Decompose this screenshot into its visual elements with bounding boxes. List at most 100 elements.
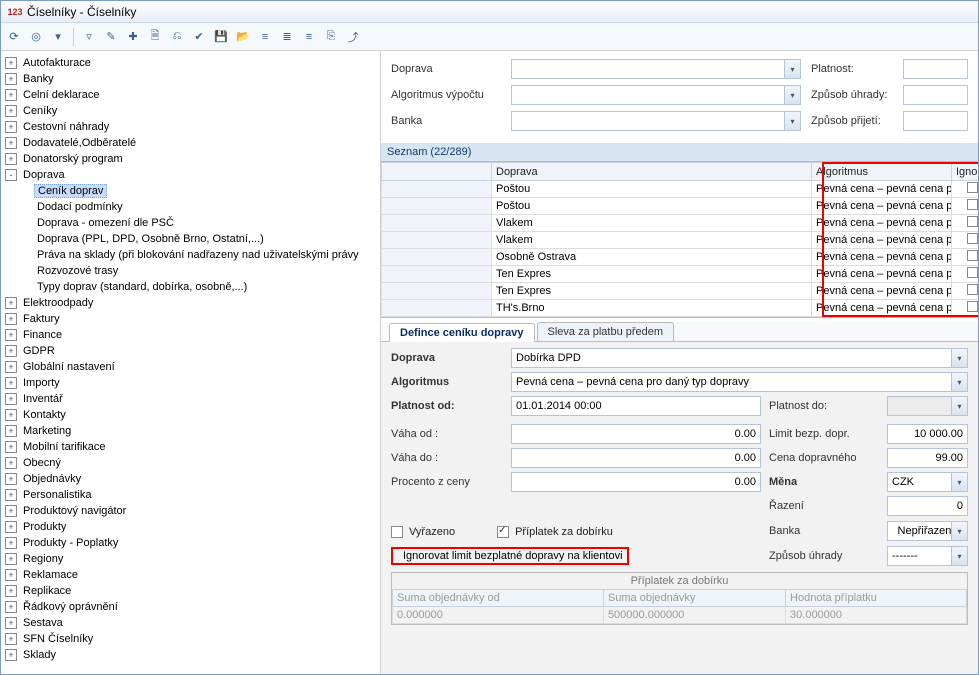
tree-item[interactable]: +Banky xyxy=(5,71,380,87)
expand-icon[interactable]: + xyxy=(5,153,17,165)
tb-filter-clear-icon[interactable]: ▿ xyxy=(80,28,98,46)
d-vahado-input[interactable] xyxy=(511,448,761,468)
tb-row-prev-icon[interactable]: ≣ xyxy=(278,28,296,46)
expand-icon[interactable]: + xyxy=(5,345,17,357)
tb-new-icon[interactable]: ◎ xyxy=(27,28,45,46)
expand-icon[interactable]: + xyxy=(5,441,17,453)
tree-item[interactable]: +Produkty - Poplatky xyxy=(5,535,380,551)
row-checkbox[interactable] xyxy=(967,182,978,193)
tree-item[interactable]: +Cestovní náhrady xyxy=(5,119,380,135)
d-limit-input[interactable] xyxy=(887,424,968,444)
expand-icon[interactable]: + xyxy=(5,121,17,133)
table-row[interactable]: PoštouPevná cena – pevná cena pro daný t… xyxy=(382,198,979,215)
expand-icon[interactable]: + xyxy=(5,521,17,533)
tree-item[interactable]: +Objednávky xyxy=(5,471,380,487)
row-checkbox[interactable] xyxy=(967,233,978,244)
filter-doprava-input[interactable] xyxy=(511,59,801,79)
tree-item[interactable]: Ceník doprav xyxy=(19,183,380,199)
chevron-down-icon[interactable]: ▾ xyxy=(951,349,967,367)
tree-item[interactable]: +Reklamace xyxy=(5,567,380,583)
expand-icon[interactable]: + xyxy=(5,89,17,101)
chevron-down-icon[interactable]: ▾ xyxy=(951,397,967,415)
tree-item[interactable]: +Produkty xyxy=(5,519,380,535)
tree-item[interactable]: +Marketing xyxy=(5,423,380,439)
expand-icon[interactable]: + xyxy=(5,329,17,341)
chevron-down-icon[interactable]: ▾ xyxy=(951,547,967,565)
tb-export-icon[interactable]: ⤴ xyxy=(344,28,362,46)
expand-icon[interactable]: + xyxy=(5,617,17,629)
expand-icon[interactable]: + xyxy=(5,457,17,469)
tree-item[interactable]: +Donatorský program xyxy=(5,151,380,167)
filter-doprava-combo[interactable]: ▾ xyxy=(511,59,801,79)
tree-item[interactable]: +GDPR xyxy=(5,343,380,359)
expand-icon[interactable]: + xyxy=(5,473,17,485)
expand-icon[interactable]: + xyxy=(5,649,17,661)
chevron-down-icon[interactable]: ▾ xyxy=(784,60,800,78)
expand-icon[interactable]: + xyxy=(5,393,17,405)
chevron-down-icon[interactable]: ▾ xyxy=(951,522,967,540)
expand-icon[interactable]: + xyxy=(5,569,17,581)
table-row[interactable]: PoštouPevná cena – pevná cena pro daný t… xyxy=(382,181,979,198)
tree-item[interactable]: +Faktury xyxy=(5,311,380,327)
grid-header[interactable]: Doprava xyxy=(492,163,812,181)
tree-item[interactable]: +Ceníky xyxy=(5,103,380,119)
tab-sleva[interactable]: Sleva za platbu předem xyxy=(537,322,675,341)
tree-item[interactable]: Dodací podmínky xyxy=(19,199,380,215)
expand-icon[interactable]: + xyxy=(5,361,17,373)
tb-doc-icon[interactable]: 🗎 xyxy=(146,28,164,46)
d-zpusob-combo[interactable]: ▾ xyxy=(887,546,968,566)
tree-item[interactable]: +Kontakty xyxy=(5,407,380,423)
filter-algoritmus-input[interactable] xyxy=(511,85,801,105)
tree-item[interactable]: +Inventář xyxy=(5,391,380,407)
tb-doc-cancel-icon[interactable]: ⎌ xyxy=(168,28,186,46)
table-row[interactable]: VlakemPevná cena – pevná cena pro daný t… xyxy=(382,215,979,232)
tb-disk-icon[interactable]: 💾 xyxy=(212,28,230,46)
tree-item[interactable]: Doprava - omezení dle PSČ xyxy=(19,215,380,231)
tree-pane[interactable]: +Autofakturace+Banky+Celní deklarace+Cen… xyxy=(1,51,381,674)
tb-filter-funnel-icon[interactable]: ▾ xyxy=(49,28,67,46)
table-row[interactable]: Ten ExpresPevná cena – pevná cena pro da… xyxy=(382,283,979,300)
expand-icon[interactable]: + xyxy=(5,297,17,309)
tree-item[interactable]: +SFN Číselníky xyxy=(5,631,380,647)
d-platod-input[interactable] xyxy=(511,396,761,416)
d-proc-input[interactable] xyxy=(511,472,761,492)
d-alg-combo[interactable]: ▾ xyxy=(511,372,968,392)
tree-item[interactable]: +Celní deklarace xyxy=(5,87,380,103)
expand-icon[interactable]: + xyxy=(5,137,17,149)
expand-icon[interactable]: + xyxy=(5,537,17,549)
table-row[interactable]: TH's.BrnoPevná cena – pevná cena pro dan… xyxy=(382,300,979,317)
expand-icon[interactable]: + xyxy=(5,585,17,597)
d-platdo-combo[interactable]: ▾ xyxy=(887,396,968,416)
tb-edit-pencil-icon[interactable]: ✎ xyxy=(102,28,120,46)
expand-icon[interactable]: + xyxy=(5,553,17,565)
filter-banka-input[interactable] xyxy=(511,111,801,131)
table-row[interactable]: Ten ExpresPevná cena – pevná cena pro da… xyxy=(382,266,979,283)
table-row[interactable]: VlakemPevná cena – pevná cena pro daný t… xyxy=(382,232,979,249)
chevron-down-icon[interactable]: ▾ xyxy=(951,373,967,391)
grid-header[interactable]: IgnoreSubjectRulLimitFreeTra xyxy=(952,163,979,181)
tb-row-last-icon[interactable]: ⎘ xyxy=(322,28,340,46)
tree-item[interactable]: -Doprava xyxy=(5,167,380,183)
tree-item[interactable]: +Replikace xyxy=(5,583,380,599)
expand-icon[interactable]: + xyxy=(5,377,17,389)
d-cena-input[interactable] xyxy=(887,448,968,468)
filter-banka-combo[interactable]: ▾ xyxy=(511,111,801,131)
tb-row-first-icon[interactable]: ≡ xyxy=(256,28,274,46)
tree-item[interactable]: Doprava (PPL, DPD, Osobně Brno, Ostatní,… xyxy=(19,231,380,247)
grid-header[interactable]: Algoritmus xyxy=(812,163,952,181)
tb-add-doc-icon[interactable]: ✚ xyxy=(124,28,142,46)
tree-item[interactable]: +Sestava xyxy=(5,615,380,631)
tree-item[interactable]: +Dodavatelé,Odběratelé xyxy=(5,135,380,151)
tb-check-icon[interactable]: ✔ xyxy=(190,28,208,46)
row-checkbox[interactable] xyxy=(967,284,978,295)
tree-item[interactable]: +Elektroodpady xyxy=(5,295,380,311)
expand-icon[interactable]: + xyxy=(5,425,17,437)
tree-item[interactable]: Typy doprav (standard, dobírka, osobně,.… xyxy=(19,279,380,295)
d-vahaod-input[interactable] xyxy=(511,424,761,444)
tree-item[interactable]: Rozvozové trasy xyxy=(19,263,380,279)
row-checkbox[interactable] xyxy=(967,216,978,227)
tree-item[interactable]: +Importy xyxy=(5,375,380,391)
collapse-icon[interactable]: - xyxy=(5,169,17,181)
expand-icon[interactable]: + xyxy=(5,73,17,85)
expand-icon[interactable]: + xyxy=(5,57,17,69)
